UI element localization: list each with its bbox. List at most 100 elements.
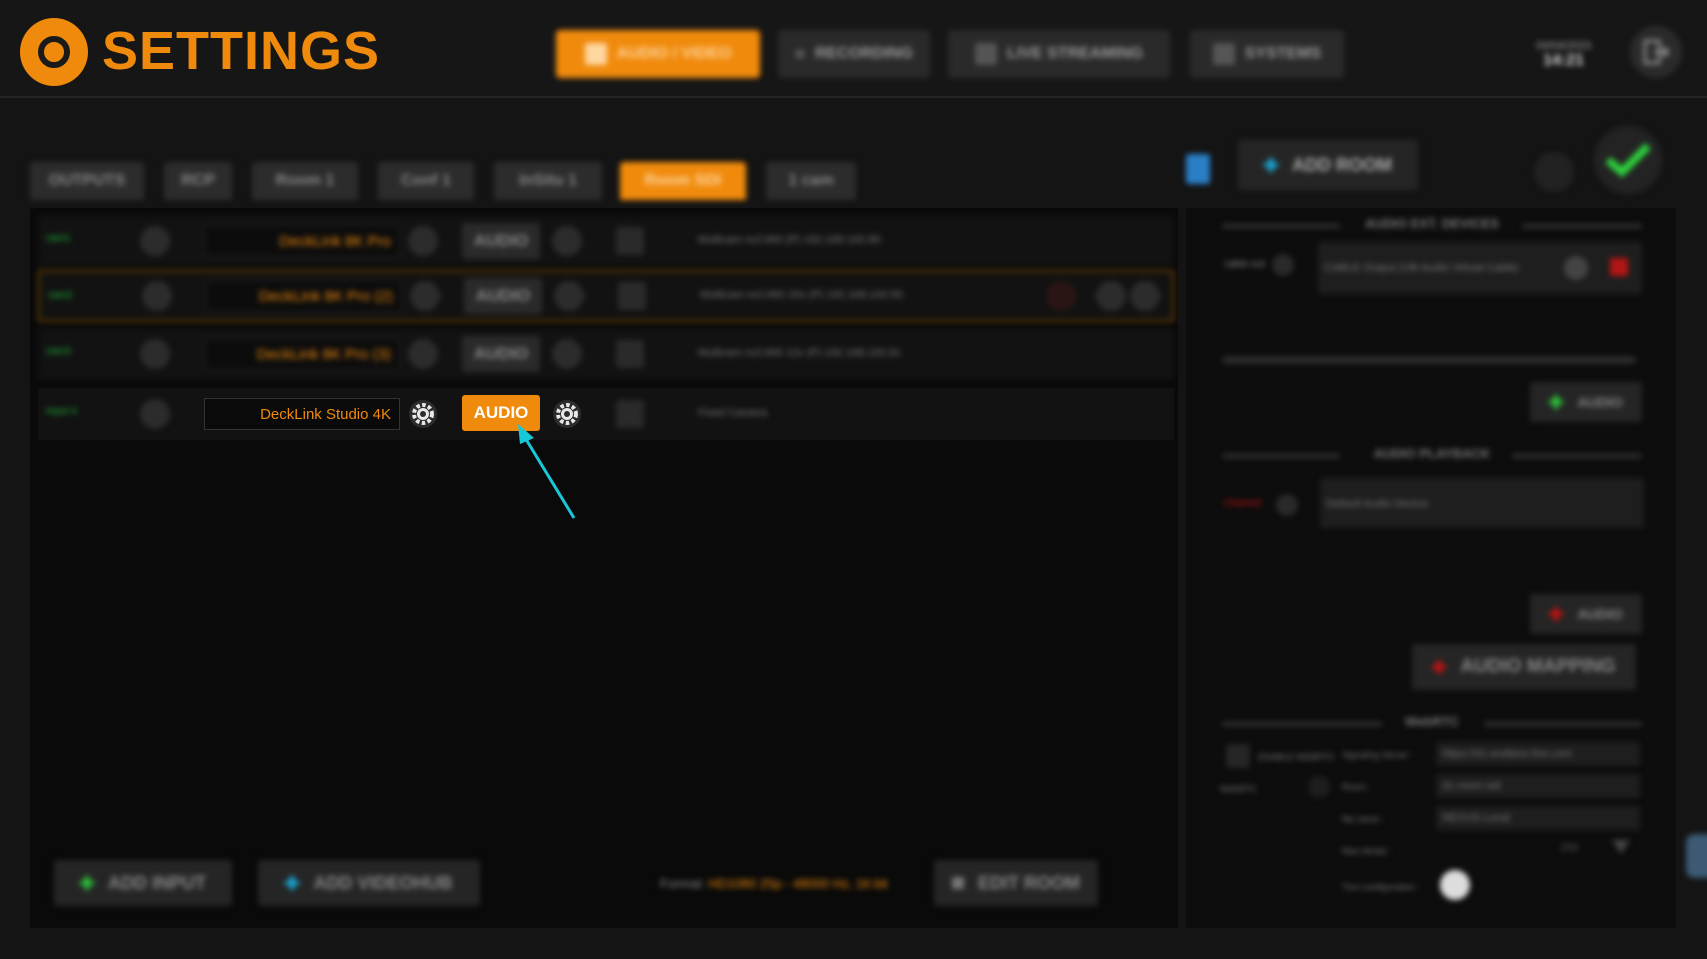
ext-device-name: cable-out [1224, 259, 1266, 270]
audio-settings-gear-icon[interactable] [554, 281, 584, 311]
nav-systems[interactable]: SYSTEMS [1190, 30, 1344, 78]
device-field[interactable]: DeckLink 8K Pro [204, 225, 400, 257]
input-info: Multicam ncC460 12x (P) 192.168.100.91 [698, 347, 902, 359]
max-bitrate-label: Max bitrate : [1342, 846, 1392, 856]
max-bitrate-value[interactable]: 256 [1560, 842, 1578, 854]
input-row: cam2 DeckLink 8K Pro (2) AUDIO Multicam … [38, 270, 1174, 322]
turn-settings-gear-icon[interactable] [1440, 870, 1470, 900]
device-settings-gear-icon[interactable] [410, 281, 440, 311]
input-row: Input 4 DeckLink Studio 4K AUDIO Fixed C… [38, 388, 1174, 440]
signaling-label: Signaling Server : [1342, 750, 1414, 760]
tab-insitu-1[interactable]: InSitu 1 [494, 162, 602, 200]
audio-settings-gear-icon[interactable] [552, 226, 582, 256]
edit-pencil-icon[interactable] [1272, 254, 1294, 276]
clock-time: 14:21 [1543, 52, 1584, 69]
input-name: cam1 [46, 233, 71, 244]
audio-mapping-button[interactable]: AUDIO MAPPING [1412, 644, 1636, 690]
edit-pencil-icon[interactable] [142, 281, 172, 311]
dropdown-arrow-icon[interactable] [1612, 840, 1630, 854]
input-info: Multicam ncC460 20x (P) 192.168.100.90 [700, 289, 904, 301]
device-settings-gear-icon[interactable] [1564, 256, 1588, 280]
camera-icon[interactable] [616, 400, 644, 428]
checkmark-icon [1605, 143, 1651, 178]
edit-pencil-icon[interactable] [1276, 494, 1298, 516]
nav-label: AUDIO / VIDEO [616, 45, 732, 62]
add-input-button[interactable]: ADD INPUT [54, 860, 232, 906]
edit-pencil-icon[interactable] [140, 339, 170, 369]
device-field[interactable]: DeckLink 8K Pro (3) [204, 338, 400, 370]
delete-icon[interactable] [1610, 258, 1628, 276]
device-field[interactable]: DeckLink 8K Pro (2) [206, 280, 402, 312]
ext-device-field[interactable]: CABLE Output (VB-Audio Virtual Cable) [1318, 242, 1642, 294]
edit-pencil-icon[interactable] [140, 226, 170, 256]
move-up-icon[interactable] [1096, 281, 1126, 311]
playback-name: Channel [1224, 498, 1262, 509]
signaling-value: https://rtc.endless-live.com [1442, 748, 1573, 760]
exit-icon[interactable] [1630, 26, 1682, 78]
camera-icon[interactable] [616, 340, 644, 368]
nav-label: LIVE STREAMING [1006, 45, 1143, 62]
section-header: AUDIO EXT. DEVICES [1222, 216, 1642, 234]
room-input[interactable]: rtc-room-sdi [1436, 774, 1640, 798]
nav-recording[interactable]: RECORDING [778, 30, 930, 78]
audio-ext-title: AUDIO EXT. DEVICES [1365, 216, 1499, 231]
format-value: HD1080 25p - 48000 Hz, 16 bit [708, 876, 888, 891]
audio-settings-gear-icon[interactable] [552, 339, 582, 369]
ext-device-value: CABLE Output (VB-Audio Virtual Cable) [1324, 262, 1519, 274]
file-icon[interactable] [1186, 154, 1210, 184]
my-name-label: My name : [1342, 814, 1385, 824]
undo-icon[interactable] [1534, 152, 1574, 192]
audio-button[interactable]: AUDIO [462, 336, 540, 372]
nav-audio-video[interactable]: AUDIO / VIDEO [556, 30, 760, 78]
side-handle[interactable] [1686, 834, 1707, 878]
my-name-input[interactable]: NEXUS-Local [1436, 806, 1640, 830]
enable-webrtc-checkbox[interactable] [1226, 744, 1250, 768]
device-settings-gear-icon[interactable] [408, 226, 438, 256]
add-room-button[interactable]: ADD ROOM [1238, 140, 1418, 190]
plus-icon [1549, 395, 1564, 409]
header-bar: SETTINGS AUDIO / VIDEO RECORDING LIVE ST… [0, 0, 1707, 98]
nav-label: SYSTEMS [1244, 45, 1322, 62]
audio-playback-title: AUDIO PLAYBACK [1373, 446, 1491, 461]
add-videohub-button[interactable]: ADD VIDEOHUB [258, 860, 480, 906]
delete-icon[interactable] [1046, 281, 1076, 311]
webrtc-title: WebRTC [1405, 714, 1459, 729]
input-name: Input 4 [46, 406, 77, 417]
nav-live-streaming[interactable]: LIVE STREAMING [948, 30, 1170, 78]
enable-webrtc-label: ENABLE WEBRTC [1258, 752, 1335, 762]
camera-icon[interactable] [616, 227, 644, 255]
divider [1222, 356, 1636, 364]
audio-button[interactable]: AUDIO [464, 278, 542, 314]
input-row: cam1 DeckLink 8K Pro AUDIO Multicam ncC4… [38, 215, 1174, 267]
tab-rcp[interactable]: RCP [164, 162, 232, 200]
playback-device-field[interactable]: Default Audio Device [1320, 478, 1644, 528]
edit-room-button[interactable]: EDIT ROOM [934, 860, 1098, 906]
device-settings-gear-icon[interactable] [408, 399, 438, 429]
move-down-icon[interactable] [1130, 281, 1160, 311]
audio-button[interactable]: AUDIO [462, 223, 540, 259]
tab-outputs[interactable]: OUTPUTS [30, 162, 144, 200]
plus-icon [1549, 607, 1564, 621]
add-audio-device-button[interactable]: AUDIO [1530, 382, 1642, 422]
tab-conf-1[interactable]: Conf 1 [378, 162, 474, 200]
camera-icon[interactable] [618, 282, 646, 310]
webrtc-toggle[interactable] [1308, 776, 1330, 798]
tab-1-cam[interactable]: 1 cam [766, 162, 856, 200]
plus-icon [1432, 660, 1447, 674]
device-field[interactable]: DeckLink Studio 4K [204, 398, 400, 430]
add-audio-label: AUDIO [1577, 394, 1623, 410]
add-room-label: ADD ROOM [1292, 154, 1392, 175]
antenna-icon [974, 43, 997, 65]
room-label: Room : [1342, 782, 1372, 792]
format-label: Format: [660, 876, 705, 891]
signaling-input[interactable]: https://rtc.endless-live.com [1436, 742, 1640, 766]
tab-room-sdi[interactable]: Room SDI [620, 162, 746, 200]
add-playback-label: AUDIO [1577, 606, 1623, 622]
confirm-button[interactable] [1594, 126, 1662, 194]
format-readout: Format: HD1080 25p - 48000 Hz, 16 bit [660, 876, 888, 891]
edit-pencil-icon[interactable] [140, 399, 170, 429]
tab-room-1[interactable]: Room 1 [252, 162, 358, 200]
add-playback-button[interactable]: AUDIO [1530, 594, 1642, 634]
device-settings-gear-icon[interactable] [408, 339, 438, 369]
pencil-icon [952, 877, 964, 889]
